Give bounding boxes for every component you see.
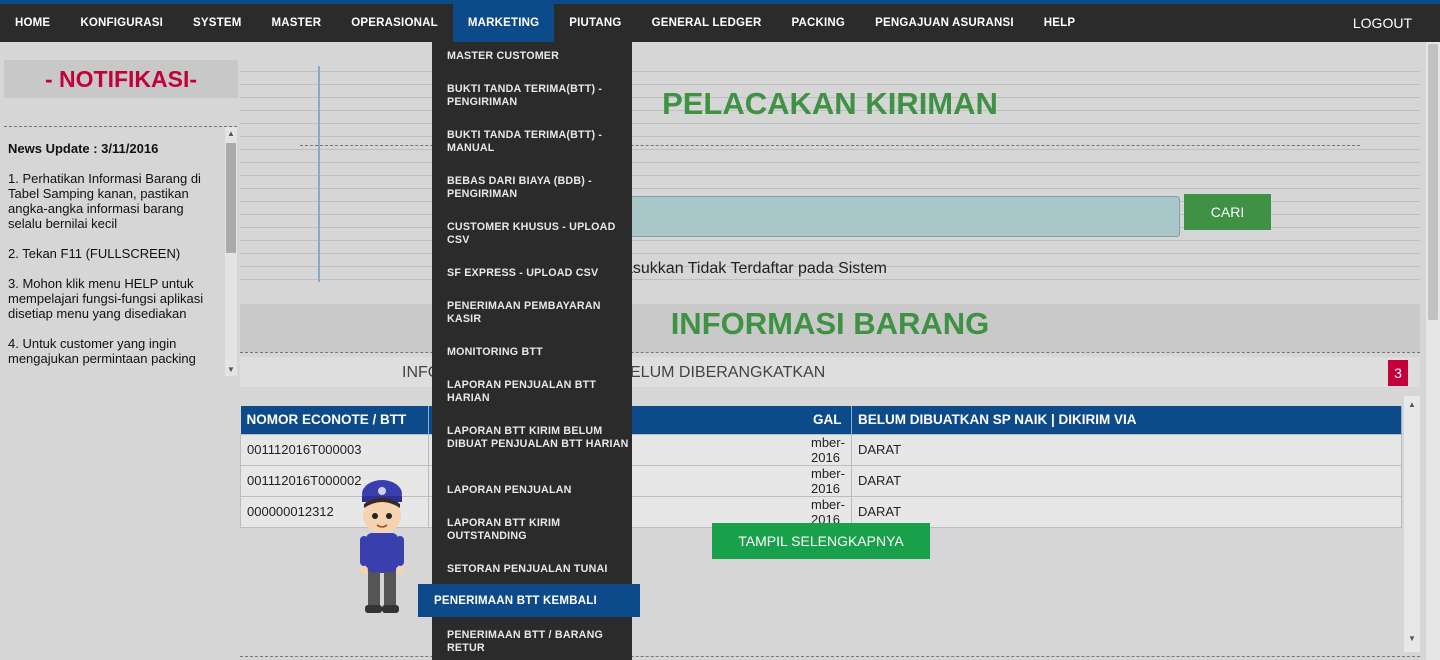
search-button[interactable]: CARI [1184,194,1271,230]
nav-packing[interactable]: PACKING [777,4,861,42]
menu-item-penerimaan-pembayaran-kasir[interactable]: PENERIMAAN PEMBAYARAN KASIR [447,300,629,326]
menu-item-setoran-penjualan-tunai[interactable]: SETORAN PENJUALAN TUNAI [447,563,629,576]
info-subtitle-bar: INFO ELUM DIBERANGKATKAN 3 [240,357,1420,387]
nav-operasional[interactable]: OPERASIONAL [336,4,453,42]
nav-konfigurasi[interactable]: KONFIGURASI [65,4,178,42]
divider [240,656,1420,657]
table-scrollbar[interactable]: ▲ ▼ [1404,396,1420,652]
divider [240,352,1420,353]
menu-item-laporan-penjualan[interactable]: LAPORAN PENJUALAN [447,484,629,497]
scroll-down-icon[interactable]: ▼ [225,363,237,376]
show-more-button[interactable]: TAMPIL SELENGKAPNYA [712,523,930,559]
notification-scrollbar-thumb[interactable] [226,143,236,253]
menu-item-sf-express-upload[interactable]: SF EXPRESS - UPLOAD CSV [447,267,629,280]
table-cell: DARAT [850,464,1403,497]
info-table-area: NOMOR ECONOTE / BTT GAL BELUM DIBUATKAN … [240,396,1420,652]
news-update-title: News Update : 3/11/2016 [8,141,159,156]
info-table: NOMOR ECONOTE / BTT GAL BELUM DIBUATKAN … [240,406,1403,528]
page-scrollbar[interactable] [1426,42,1440,660]
notification-scrollbar[interactable]: ▲ ▼ [225,127,237,376]
info-subtitle-right: ELUM DIBERANGKATKAN [630,364,826,381]
scroll-down-icon[interactable]: ▼ [1404,632,1420,646]
page-scrollbar-thumb[interactable] [1428,44,1438,320]
mascot-illustration [360,480,404,613]
notification-item: 1. Perhatikan Informasi Barang di Tabel … [8,171,201,231]
menu-item-bdb-pengiriman[interactable]: BEBAS DARI BIAYA (BDB) - PENGIRIMAN [447,175,629,201]
notification-title: - NOTIFIKASI- [4,60,238,98]
menu-item-laporan-btt-outstanding[interactable]: LAPORAN BTT KIRIM OUTSTANDING [447,517,629,543]
menu-item-laporan-penjualan-btt-harian[interactable]: LAPORAN PENJUALAN BTT HARIAN [447,379,629,405]
menu-item-master-customer[interactable]: MASTER CUSTOMER [447,50,629,63]
count-badge: 3 [1388,360,1408,386]
column-header: NOMOR ECONOTE / BTT [240,406,429,434]
marketing-dropdown-menu: MASTER CUSTOMER BUKTI TANDA TERIMA(BTT) … [432,42,632,660]
notification-item: 2. Tekan F11 (FULLSCREEN) [8,246,181,261]
nav-system[interactable]: SYSTEM [178,4,257,42]
tracking-search-input[interactable] [626,196,1180,237]
nav-help[interactable]: HELP [1029,4,1090,42]
nav-home[interactable]: HOME [0,4,65,42]
nav-pengajuan-asuransi[interactable]: PENGAJUAN ASURANSI [860,4,1029,42]
menu-item-customer-khusus-upload[interactable]: CUSTOMER KHUSUS - UPLOAD CSV [447,221,629,247]
nav-general-ledger[interactable]: GENERAL LEDGER [637,4,777,42]
main-navbar: HOME KONFIGURASI SYSTEM MASTER OPERASION… [0,4,1440,42]
notification-item: 3. Mohon klik menu HELP untuk mempelajar… [8,276,204,321]
menu-item-btt-pengiriman[interactable]: BUKTI TANDA TERIMA(BTT) - PENGIRIMAN [447,83,629,109]
menu-item-penerimaan-btt-retur[interactable]: PENERIMAAN BTT / BARANG RETUR [447,629,629,655]
table-cell: DARAT [850,433,1403,466]
table-row[interactable]: 001112016T000003 mber-2016 DARAT [240,433,1403,466]
tracking-title: PELACAKAN KIRIMAN [662,86,998,121]
nav-master[interactable]: MASTER [257,4,337,42]
nav-marketing[interactable]: MARKETING [452,4,555,42]
notification-panel: News Update : 3/11/2016 1. Perhatikan In… [4,126,237,376]
menu-item-penerimaan-btt-kembali[interactable]: PENERIMAAN BTT KEMBALI [418,584,640,617]
tracking-message: asukkan Tidak Terdaftar pada Sistem [624,260,887,277]
menu-item-btt-manual[interactable]: BUKTI TANDA TERIMA(BTT) - MANUAL [447,129,629,155]
table-row[interactable]: 001112016T000002 mber-2016 DARAT [240,464,1403,497]
info-title: INFORMASI BARANG [670,306,990,341]
nav-piutang[interactable]: PIUTANG [554,4,636,42]
table-cell: DARAT [850,495,1403,528]
column-header: BELUM DIBUATKAN SP NAIK | DIKIRIM VIA [851,406,1403,434]
menu-item-laporan-btt-kirim-belum[interactable]: LAPORAN BTT KIRIM BELUM DIBUAT PENJUALAN… [447,425,629,451]
table-cell: 001112016T000003 [240,433,429,466]
scroll-up-icon[interactable]: ▲ [1404,398,1420,412]
logout-link[interactable]: LOGOUT [1353,4,1412,42]
scroll-up-icon[interactable]: ▲ [225,127,237,141]
notification-item: 4. Untuk customer yang ingin mengajukan … [8,336,196,366]
menu-item-monitoring-btt[interactable]: MONITORING BTT [447,346,629,359]
